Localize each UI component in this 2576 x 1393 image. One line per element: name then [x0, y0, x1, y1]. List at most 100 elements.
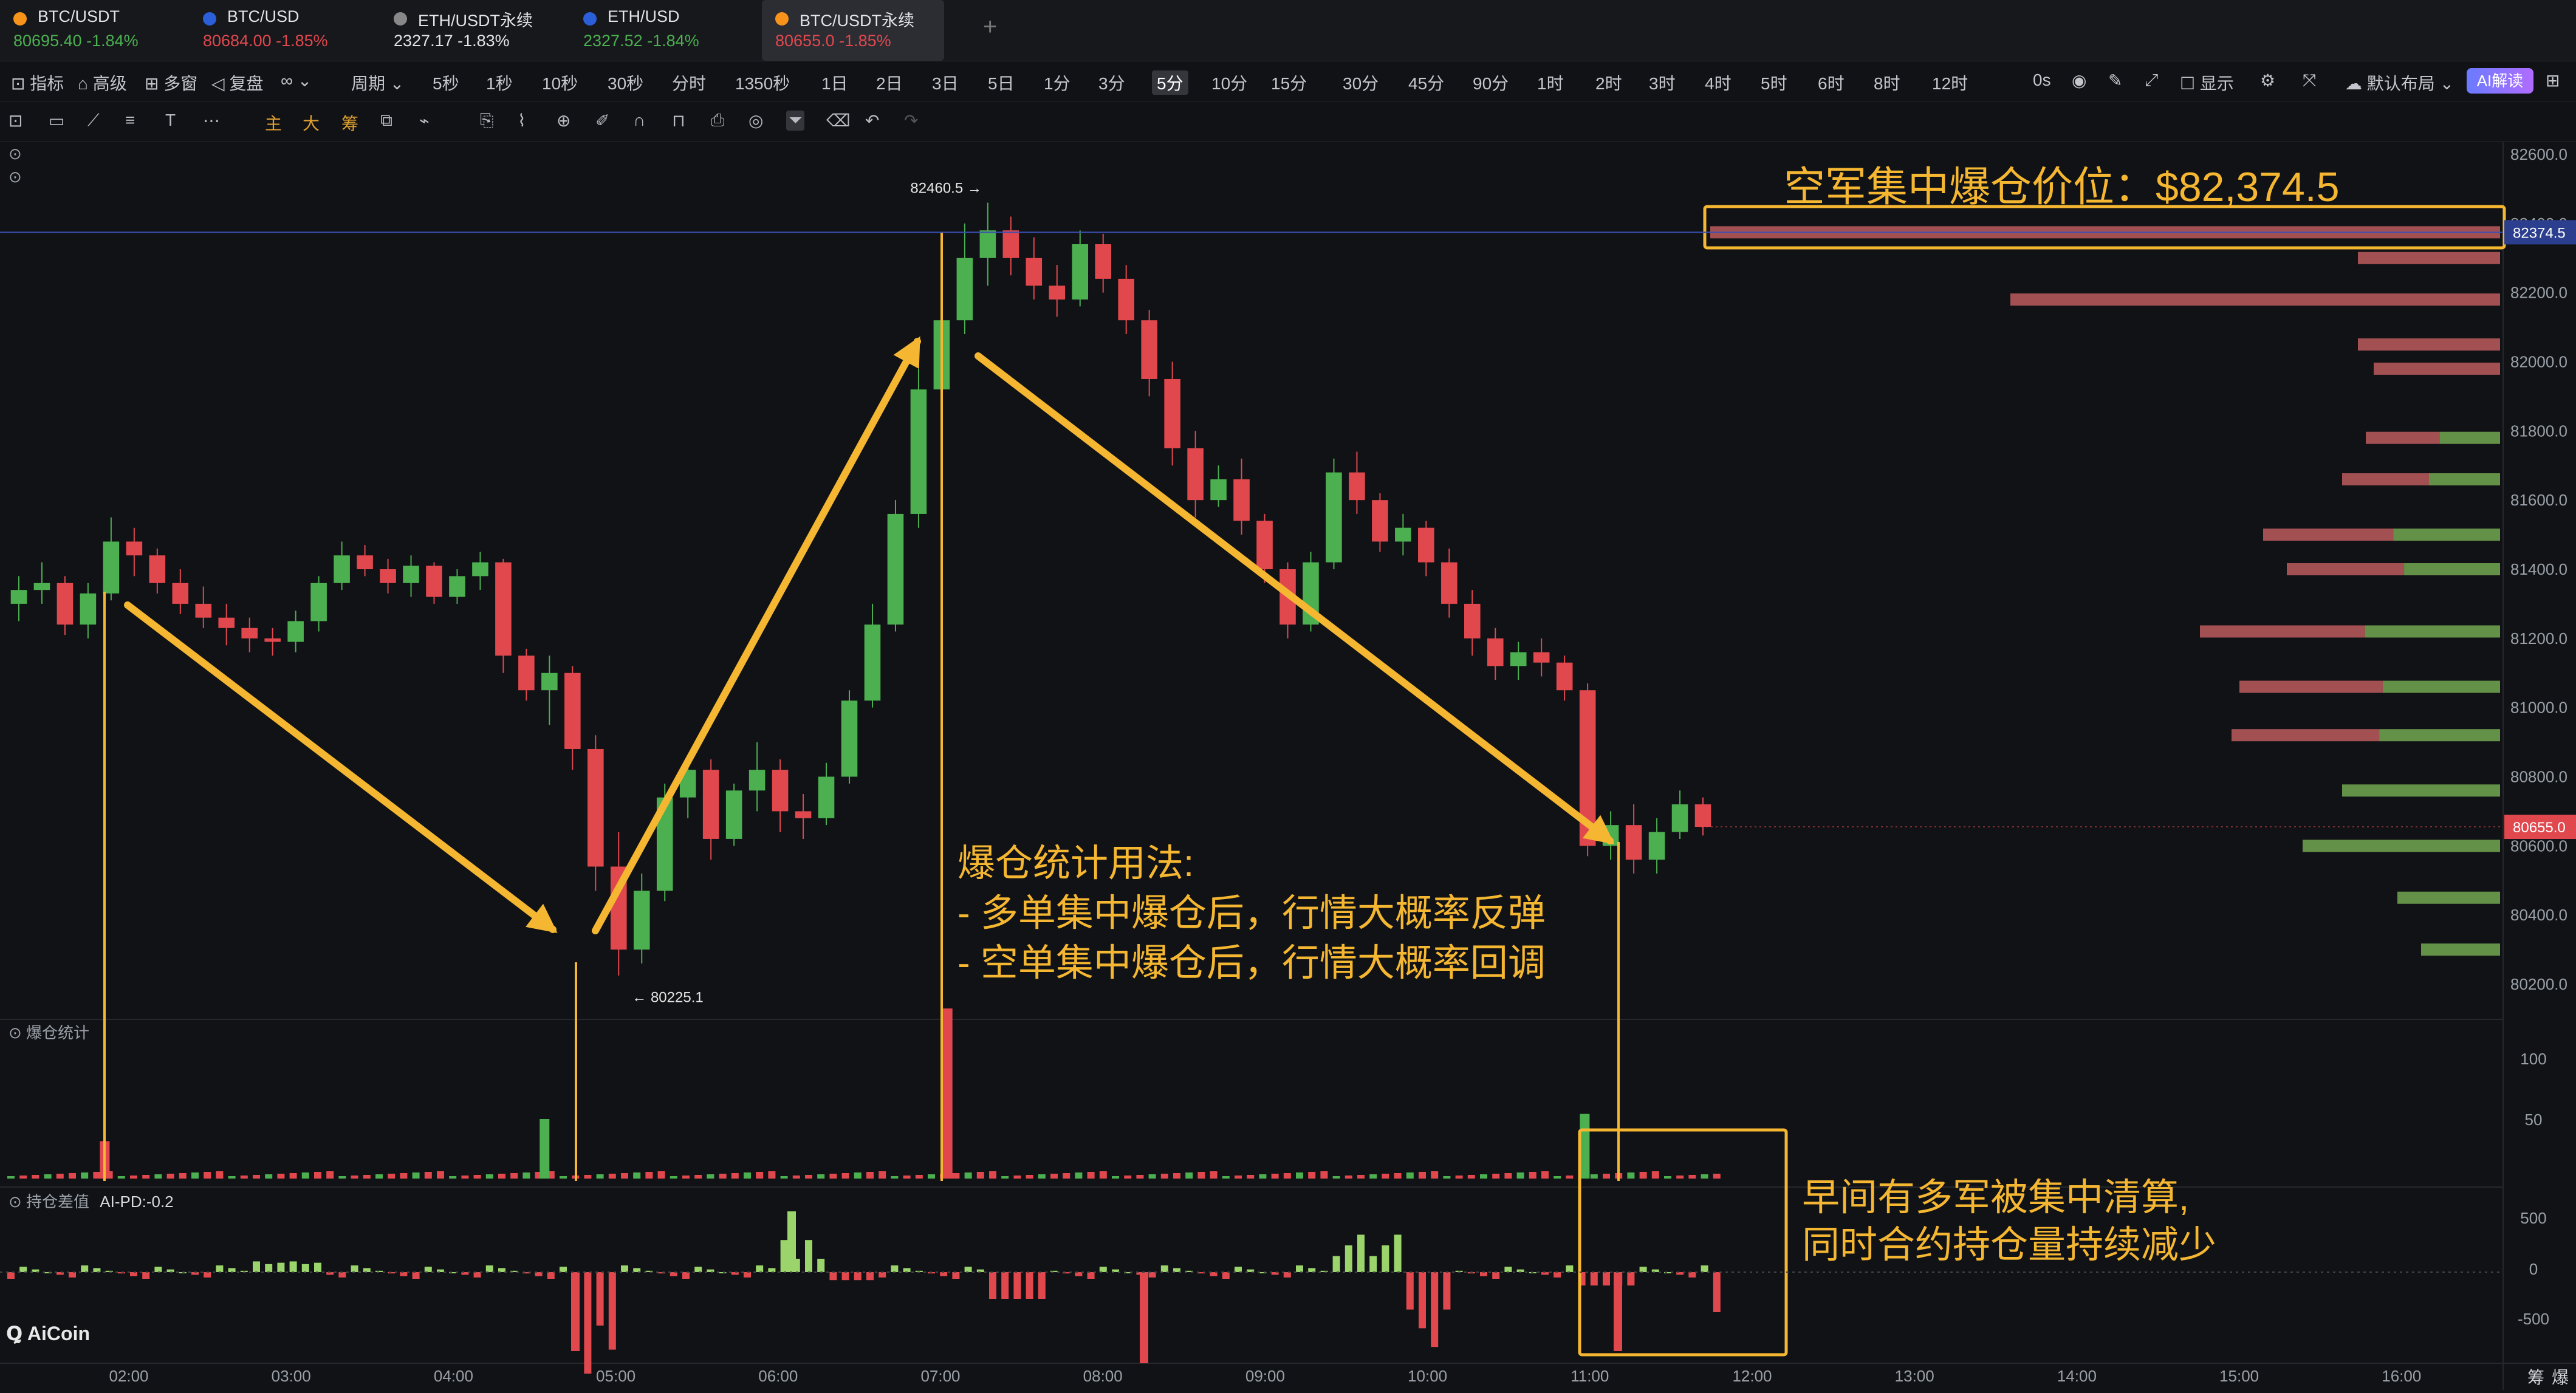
chart-toolbar: ⊡ 指标 ⌂ 高级 ⊞ 多窗 ◁ 复盘 ∞ ⌄ 周期 ⌄ 5秒 1秒 10秒 30秒 分…: [0, 62, 2576, 101]
interval-15[interactable]: 30分: [1343, 70, 1379, 95]
period-dropdown[interactable]: 周期 ⌄: [351, 70, 404, 95]
add-tab-icon[interactable]: +: [983, 13, 997, 41]
interval-20[interactable]: 3时: [1649, 70, 1676, 95]
interval-18[interactable]: 1时: [1537, 70, 1564, 95]
ai-analysis-button[interactable]: AI解读: [2467, 68, 2533, 94]
chart-area[interactable]: 82460.5 →← 80225.1 82600.082400.082200.0…: [0, 142, 2576, 1390]
main-chart-tool[interactable]: 主: [265, 111, 282, 135]
interval-23[interactable]: 6时: [1818, 70, 1845, 95]
symbol-tab[interactable]: ETH/USD 2327.52 -1.84%: [570, 0, 752, 61]
display-button[interactable]: ☐ 显示: [2180, 70, 2234, 95]
filter-icon[interactable]: ⏷: [786, 111, 805, 131]
undo-icon[interactable]: ↶: [865, 111, 879, 131]
grid-icon[interactable]: ⊞: [2546, 70, 2560, 91]
screenshot-icon[interactable]: ⎙: [711, 111, 724, 131]
settings-icon[interactable]: ⚙: [2260, 70, 2275, 91]
interval-21[interactable]: 4时: [1705, 70, 1732, 95]
more-icon[interactable]: ⋯: [203, 111, 220, 131]
symbol-tab[interactable]: BTC/USDT永续 80655.0 -1.85%: [762, 0, 944, 61]
chips-toggle[interactable]: 筹: [2527, 1364, 2544, 1389]
oi-bar: [1443, 1272, 1451, 1310]
snapshot-icon[interactable]: ⊡: [9, 111, 22, 131]
collapse-icon[interactable]: ⊙: [9, 168, 22, 187]
liquidation-toggle[interactable]: 爆: [2552, 1364, 2569, 1389]
candlestick-chart[interactable]: 82460.5 →← 80225.1 82600.082400.082200.0…: [0, 142, 2576, 1390]
interval-22[interactable]: 5时: [1761, 70, 1787, 95]
tab-quote: 2327.17 -1.83%: [394, 32, 510, 50]
big-order-tool[interactable]: 大: [303, 111, 320, 135]
speed-label[interactable]: 0s: [2033, 70, 2051, 90]
candle-body: [1556, 662, 1573, 691]
symbol-tab[interactable]: ETH/USDT永续 2327.17 -1.83%: [380, 0, 563, 61]
liq-panel-header[interactable]: ⊙ 爆仓统计: [9, 1021, 89, 1043]
liq-bar: [1112, 1176, 1119, 1179]
liq-bar: [1504, 1173, 1512, 1179]
interval-25[interactable]: 12时: [1932, 70, 1968, 95]
interval-10[interactable]: 1分: [1044, 70, 1070, 95]
pen-icon[interactable]: ✐: [595, 111, 609, 131]
oi-panel-header[interactable]: ⊙ 持仓差值 AI-PD:-0.2: [9, 1189, 174, 1212]
interval-7[interactable]: 2日: [876, 70, 903, 95]
interval-24[interactable]: 8时: [1874, 70, 1900, 95]
tab-symbol: BTC/USDT永续: [800, 12, 914, 30]
fullscreen-icon[interactable]: ⤧: [2303, 70, 2316, 91]
interval-4[interactable]: 分时: [672, 70, 706, 95]
line-icon[interactable]: ⟋: [87, 111, 100, 131]
expand-icon[interactable]: ⤢: [2145, 70, 2158, 91]
trash-icon[interactable]: ⌫: [826, 111, 851, 131]
text-icon[interactable]: T: [165, 111, 176, 130]
layout-dropdown[interactable]: ☁ 默认布局 ⌄: [2345, 70, 2454, 95]
edit-icon[interactable]: ✎: [2108, 70, 2122, 91]
interval-13[interactable]: 10分: [1211, 70, 1247, 95]
interval-0[interactable]: 5秒: [433, 70, 459, 95]
zoom-icon[interactable]: ⊕: [557, 111, 570, 131]
liq-bar: [7, 1176, 15, 1179]
time-axis-label: 11:00: [1571, 1367, 1609, 1385]
symbol-tab[interactable]: BTC/USDT 80695.40 -1.84%: [0, 0, 182, 61]
crop-icon[interactable]: ⧉: [380, 111, 392, 131]
liq-bar: [1063, 1173, 1070, 1179]
oi-bar: [829, 1272, 837, 1281]
camera-icon[interactable]: ◉: [2072, 70, 2086, 91]
rectangle-icon[interactable]: ▭: [49, 111, 64, 131]
profile-bar: [2379, 729, 2500, 742]
oi-bar: [621, 1265, 628, 1272]
interval-19[interactable]: 2时: [1595, 70, 1622, 95]
symbol-tab[interactable]: BTC/USD 80684.00 -1.85%: [190, 0, 372, 61]
parallel-icon[interactable]: ≡: [125, 111, 135, 130]
interval-9[interactable]: 5日: [988, 70, 1015, 95]
oi-bar: [841, 1272, 849, 1281]
interval-12[interactable]: 5分: [1152, 70, 1188, 95]
liq-panel-title: 爆仓统计: [26, 1024, 90, 1042]
lock-icon[interactable]: ⊓: [672, 111, 685, 131]
interval-14[interactable]: 15分: [1271, 70, 1307, 95]
liq-bar: [1173, 1173, 1180, 1179]
interval-3[interactable]: 30秒: [608, 70, 643, 95]
interval-6[interactable]: 1日: [821, 70, 848, 95]
interval-16[interactable]: 45分: [1408, 70, 1444, 95]
liq-bar: [1553, 1176, 1561, 1179]
copy-icon[interactable]: ⎘: [480, 111, 493, 131]
price-axis-label: 81800.0: [2510, 422, 2567, 440]
interval-1[interactable]: 1秒: [486, 70, 513, 95]
interval-11[interactable]: 3分: [1098, 70, 1125, 95]
eye-icon[interactable]: ◎: [748, 111, 763, 131]
chips-tool[interactable]: 筹: [341, 111, 358, 135]
ruler-icon[interactable]: ⌇: [518, 111, 526, 131]
candle-body: [1002, 230, 1019, 258]
multiwindow-button[interactable]: ⊞ 多窗: [145, 70, 197, 95]
interval-17[interactable]: 90分: [1473, 70, 1509, 95]
interval-5[interactable]: 1350秒: [735, 70, 790, 95]
magnet-icon[interactable]: ∩: [633, 111, 645, 130]
indicator-button[interactable]: ⊡ 指标: [11, 70, 64, 95]
candle-body: [587, 748, 604, 867]
advanced-button[interactable]: ⌂ 高级: [78, 70, 127, 95]
interval-8[interactable]: 3日: [932, 70, 959, 95]
chart-type-icon[interactable]: ∞ ⌄: [281, 70, 312, 91]
interval-2[interactable]: 10秒: [542, 70, 578, 95]
collapse-icon[interactable]: ⊙: [9, 145, 22, 163]
brush-icon[interactable]: ⌁: [419, 111, 430, 131]
redo-icon[interactable]: ↷: [904, 111, 918, 131]
replay-button[interactable]: ◁ 复盘: [211, 70, 263, 95]
profile-bar: [2200, 625, 2365, 638]
